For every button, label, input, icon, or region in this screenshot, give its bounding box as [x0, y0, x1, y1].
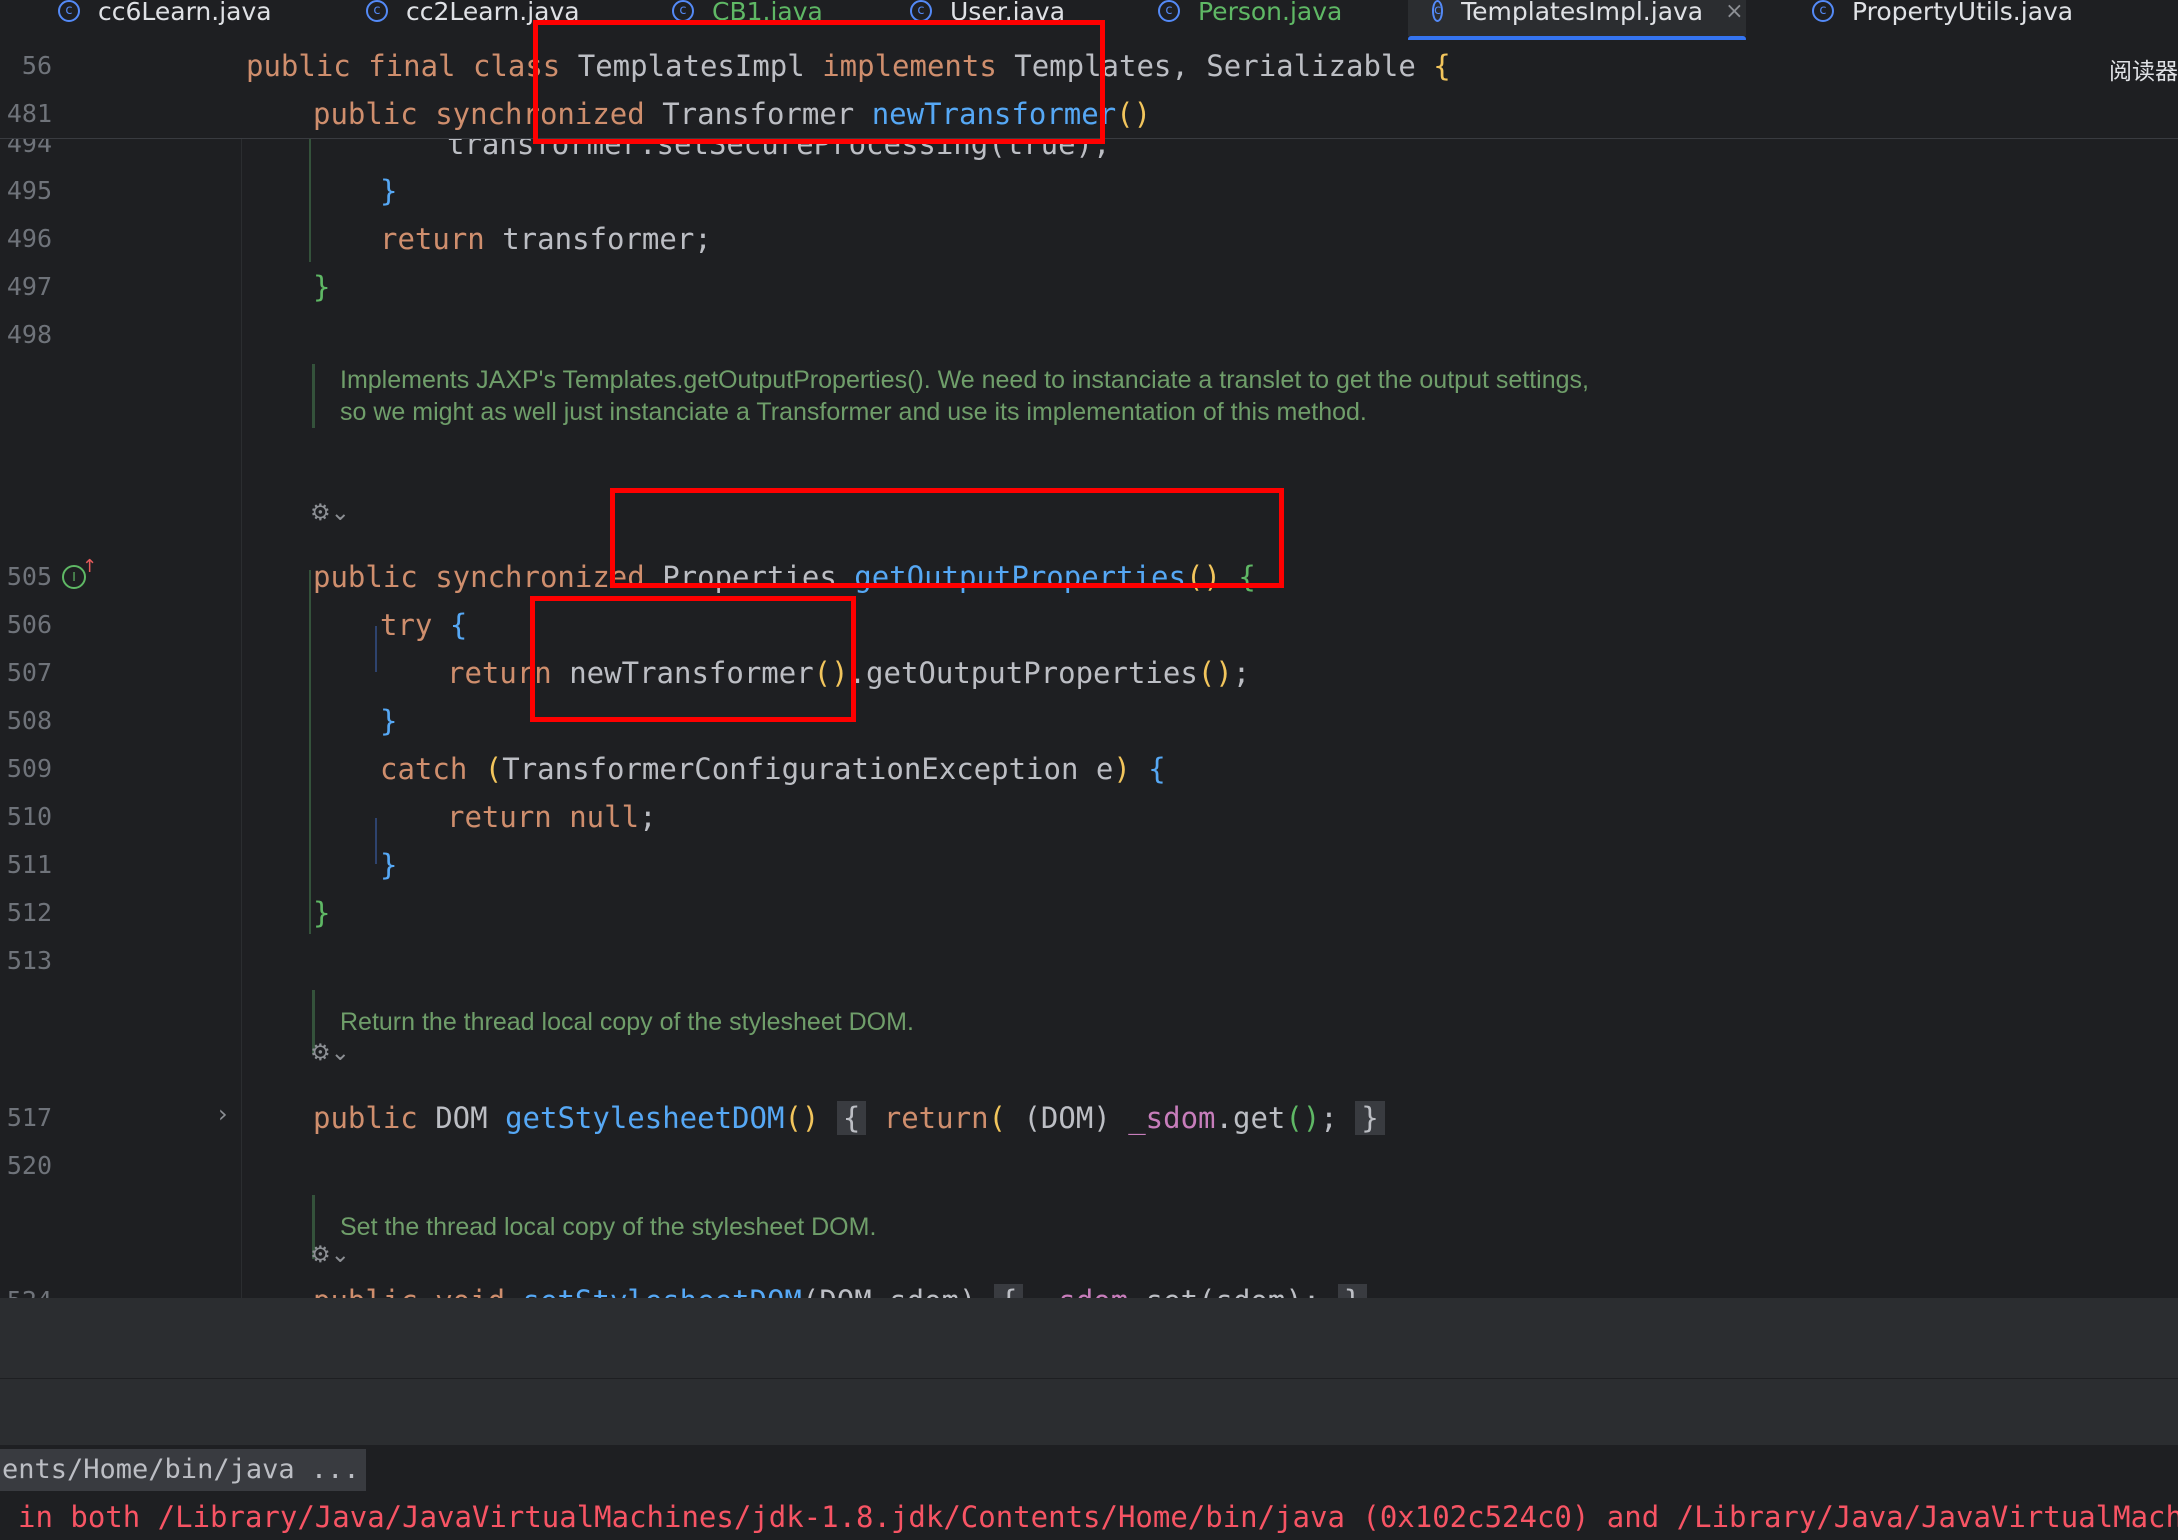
code-line: return null; — [447, 800, 657, 834]
indent-guide — [309, 570, 311, 934]
line-number: 520 — [6, 1151, 52, 1180]
line-number: 512 — [6, 898, 52, 927]
indent-guide — [309, 138, 311, 262]
rendered-doc-comment: Return the thread local copy of the styl… — [312, 990, 1600, 1054]
code-line: } — [380, 704, 398, 738]
line-number: 509 — [6, 754, 52, 783]
run-tool-window: ents/Home/bin/java ... in both /Library/… — [0, 1298, 2178, 1540]
close-tab-icon[interactable]: × — [1725, 0, 1743, 24]
code-line: } — [313, 270, 331, 304]
indent-guide — [375, 626, 377, 672]
console-output[interactable]: ents/Home/bin/java ... in both /Library/… — [0, 1445, 2178, 1540]
line-number: 505 — [6, 562, 52, 591]
line-number: 506 — [6, 610, 52, 639]
tab-cc6learn[interactable]: c cc6Learn.java — [58, 0, 272, 36]
toggle-rendered-view-icon[interactable]: ⚙⌄ — [310, 500, 350, 526]
class-icon: c — [58, 0, 80, 22]
line-number: 56 — [21, 51, 52, 80]
code-line: public void setStylesheetDOM(DOM sdom) {… — [313, 1277, 1368, 1298]
class-icon: c — [1812, 0, 1834, 22]
rendered-doc-comment: Set the thread local copy of the stylesh… — [312, 1195, 1600, 1259]
code-line: } — [380, 174, 398, 208]
toggle-rendered-view-icon[interactable]: ⚙⌄ — [310, 1040, 350, 1066]
navigate-up-arrow-icon: ↑ — [82, 556, 98, 577]
line-number: 510 — [6, 802, 52, 831]
line-number: 481 — [6, 99, 52, 128]
code-line: return transformer; — [380, 222, 712, 256]
class-icon: c — [1158, 0, 1180, 22]
line-number: 513 — [6, 946, 52, 975]
line-number: 511 — [6, 850, 52, 879]
indent-guide — [375, 818, 377, 864]
line-number: 524 — [0, 1277, 52, 1298]
gutter-separator — [241, 138, 242, 1298]
line-number: 497 — [6, 272, 52, 301]
tab-person[interactable]: c Person.java — [1158, 0, 1342, 36]
class-icon: c — [910, 0, 932, 22]
console-command-line[interactable]: ents/Home/bin/java ... — [0, 1449, 366, 1491]
line-number: 496 — [6, 224, 52, 253]
tab-propertyutils[interactable]: c PropertyUtils.java — [1812, 0, 2073, 36]
tool-window-toolbar — [0, 1379, 2178, 1445]
reader-mode-button[interactable]: 阅读器 — [2109, 52, 2178, 86]
code-line: } — [313, 896, 331, 930]
code-line: try { — [380, 608, 468, 642]
class-icon: c — [672, 0, 694, 22]
class-icon: c — [366, 0, 388, 22]
code-editor[interactable]: 56 public final class TemplatesImpl impl… — [0, 40, 2178, 1298]
code-line: public DOM getStylesheetDOM() { return( … — [313, 1094, 1385, 1142]
line-number: 498 — [6, 320, 52, 349]
annotation-box-newtransformer-decl — [533, 20, 1105, 144]
rendered-doc-comment: Implements JAXP's Templates.getOutputPro… — [312, 364, 1600, 428]
line-number: 508 — [6, 706, 52, 735]
code-line: catch (TransformerConfigurationException… — [380, 752, 1166, 786]
annotation-box-newtransformer-call — [530, 596, 856, 722]
code-line: } — [380, 848, 398, 882]
class-icon: c — [1432, 0, 1444, 22]
tab-templatesimpl[interactable]: c TemplatesImpl.java × — [1408, 0, 1746, 40]
line-number: 517 — [6, 1103, 52, 1132]
annotation-box-getoutputproperties — [610, 488, 1284, 588]
toggle-rendered-view-icon[interactable]: ⚙⌄ — [310, 1242, 350, 1268]
tool-window-header — [0, 1298, 2178, 1379]
expand-fold-icon[interactable]: › — [218, 1100, 228, 1128]
line-number: 495 — [6, 176, 52, 205]
console-error-line: in both /Library/Java/JavaVirtualMachine… — [18, 1500, 2178, 1534]
line-number: 507 — [6, 658, 52, 687]
